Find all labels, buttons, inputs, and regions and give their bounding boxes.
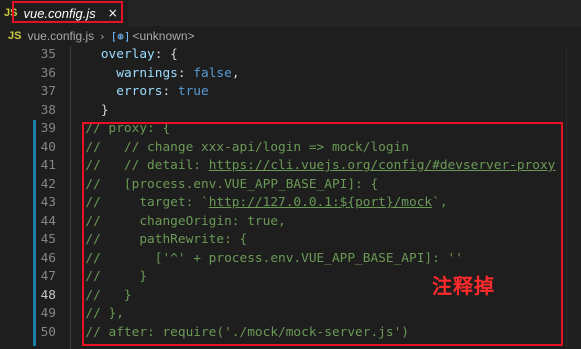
line-number: 39: [40, 121, 56, 136]
code-token: : {: [154, 47, 178, 62]
code-token: warnings: [116, 65, 178, 81]
chevron-right-icon: ›: [100, 29, 105, 43]
line-number: 35: [40, 47, 56, 62]
code-text: overlay: {: [70, 46, 178, 65]
code-token: ,: [231, 65, 240, 81]
line-number: 45: [40, 232, 56, 247]
line-number: 40: [40, 139, 56, 155]
commented-block-highlight-box: [82, 122, 563, 346]
code-text: errors: true: [70, 83, 209, 102]
symbol-variable-icon: [⊛]: [110, 29, 131, 43]
vertical-scrollbar[interactable]: [566, 46, 581, 349]
modified-lines-indicator: [33, 120, 36, 346]
line-number: 47: [40, 269, 56, 284]
annotation-label: 注释掉: [432, 274, 495, 298]
code-line[interactable]: 38 }: [0, 102, 581, 121]
code-token: false: [193, 65, 232, 81]
javascript-file-icon: JS: [8, 30, 22, 42]
line-number: 48: [40, 287, 56, 303]
line-number: 44: [40, 213, 56, 229]
code-line[interactable]: 35 overlay: {: [0, 46, 581, 65]
breadcrumb-file[interactable]: vue.config.js: [27, 29, 94, 43]
code-text: }: [70, 102, 109, 121]
indent-guide: [70, 46, 71, 349]
code-text: warnings: false,: [70, 65, 240, 84]
code-token: overlay: [100, 47, 155, 62]
line-number: 42: [40, 176, 56, 192]
line-number: 46: [40, 250, 56, 266]
breadcrumb-symbol[interactable]: <unknown>: [132, 29, 194, 43]
line-number: 49: [40, 306, 56, 321]
line-number: 37: [40, 84, 56, 99]
line-number: 43: [40, 195, 56, 210]
code-line[interactable]: 37 errors: true: [0, 83, 581, 102]
code-line[interactable]: 36 warnings: false,: [0, 65, 581, 84]
code-token: :: [162, 84, 178, 99]
code-token: true: [177, 84, 209, 99]
line-number: 50: [40, 324, 56, 340]
code-token: :: [177, 65, 194, 81]
line-number: 41: [40, 158, 56, 173]
code-token: errors: [116, 84, 163, 99]
code-token: }: [70, 102, 109, 118]
tab-highlight-box: [12, 1, 123, 23]
line-number: 38: [40, 102, 56, 118]
breadcrumb: JS vue.config.js › [⊛] <unknown>: [0, 26, 581, 46]
line-number: 36: [40, 65, 56, 81]
